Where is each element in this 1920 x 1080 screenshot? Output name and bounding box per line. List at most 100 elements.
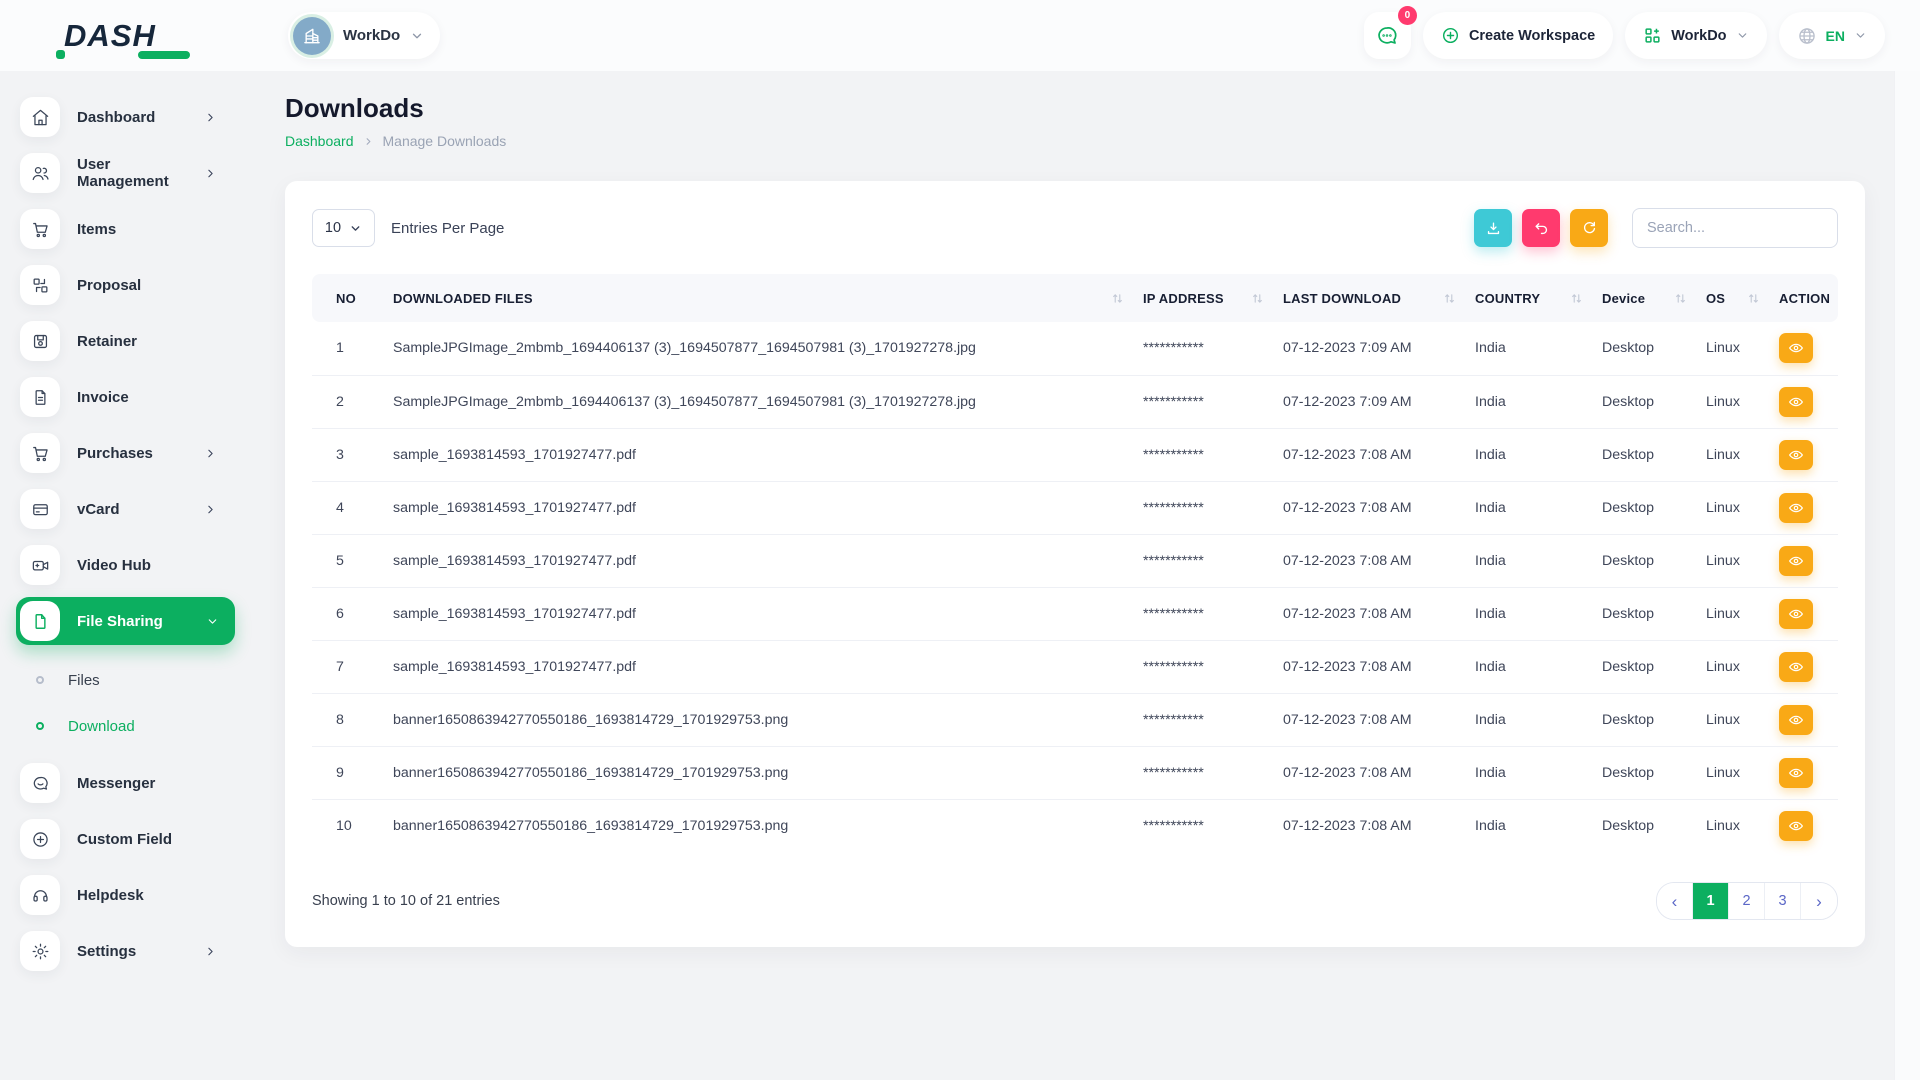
- sidebar-item-dashboard[interactable]: Dashboard: [20, 97, 245, 137]
- view-button[interactable]: [1779, 493, 1813, 523]
- page-scrollbar[interactable]: [1894, 71, 1920, 1080]
- video-icon: [20, 545, 60, 585]
- table-row: 7 sample_1693814593_1701927477.pdf *****…: [312, 640, 1838, 693]
- cell-last-download: 07-12-2023 7:08 AM: [1283, 799, 1475, 852]
- view-button[interactable]: [1779, 811, 1813, 841]
- cell-os: Linux: [1706, 693, 1779, 746]
- pagination-page-3[interactable]: 3: [1765, 883, 1801, 919]
- sidebar-item-settings[interactable]: Settings: [20, 931, 245, 971]
- col-downloaded-files[interactable]: DOWNLOADED FILES: [393, 274, 1143, 322]
- cell-ip-address: ***********: [1143, 587, 1283, 640]
- sidebar-item-video-hub[interactable]: Video Hub: [20, 545, 245, 585]
- pagination: ‹ 1 2 3 ›: [1656, 882, 1838, 920]
- language-selector[interactable]: EN: [1779, 12, 1885, 59]
- sidebar-item-label: Video Hub: [77, 557, 245, 574]
- cell-file-name: banner1650863942770550186_1693814729_170…: [393, 746, 1143, 799]
- chevron-right-icon: [204, 503, 217, 516]
- cell-file-name: banner1650863942770550186_1693814729_170…: [393, 693, 1143, 746]
- sidebar-item-helpdesk[interactable]: Helpdesk: [20, 875, 245, 915]
- entries-per-page-select[interactable]: 10: [312, 209, 375, 247]
- cart-icon: [20, 433, 60, 473]
- cell-country: India: [1475, 587, 1602, 640]
- sidebar-item-messenger[interactable]: Messenger: [20, 763, 245, 803]
- view-button[interactable]: [1779, 333, 1813, 363]
- sidebar-subitem-files[interactable]: Files: [20, 657, 245, 703]
- view-button[interactable]: [1779, 705, 1813, 735]
- pagination-next-button[interactable]: ›: [1801, 883, 1837, 919]
- cell-file-name: SampleJPGImage_2mbmb_1694406137 (3)_1694…: [393, 375, 1143, 428]
- cell-country: India: [1475, 322, 1602, 375]
- sort-icon: [1571, 293, 1582, 304]
- col-os[interactable]: OS: [1706, 274, 1779, 322]
- sidebar-item-items[interactable]: Items: [20, 209, 245, 249]
- sidebar-item-vcard[interactable]: vCard: [20, 489, 245, 529]
- cell-last-download: 07-12-2023 7:08 AM: [1283, 640, 1475, 693]
- undo-button[interactable]: [1522, 209, 1560, 247]
- cell-ip-address: ***********: [1143, 534, 1283, 587]
- logo-text: DASH: [64, 18, 156, 54]
- view-button[interactable]: [1779, 440, 1813, 470]
- export-button[interactable]: [1474, 209, 1512, 247]
- pagination-page-1[interactable]: 1: [1693, 883, 1729, 919]
- workspace-name: WorkDo: [343, 27, 400, 44]
- pagination-prev-button[interactable]: ‹: [1657, 883, 1693, 919]
- chevron-down-icon: [349, 222, 362, 235]
- view-button[interactable]: [1779, 758, 1813, 788]
- eye-icon: [1788, 606, 1804, 622]
- eye-icon: [1788, 765, 1804, 781]
- view-button[interactable]: [1779, 546, 1813, 576]
- sidebar-item-purchases[interactable]: Purchases: [20, 433, 245, 473]
- col-country[interactable]: COUNTRY: [1475, 274, 1602, 322]
- view-button[interactable]: [1779, 652, 1813, 682]
- cell-os: Linux: [1706, 322, 1779, 375]
- col-last-download[interactable]: LAST DOWNLOAD: [1283, 274, 1475, 322]
- refresh-button[interactable]: [1570, 209, 1608, 247]
- workspace-avatar: [293, 17, 331, 55]
- search-input[interactable]: [1632, 208, 1838, 248]
- cell-ip-address: ***********: [1143, 640, 1283, 693]
- app-switcher-button[interactable]: WorkDo: [1625, 12, 1766, 59]
- table-footer: Showing 1 to 10 of 21 entries ‹ 1 2 3 ›: [312, 882, 1838, 920]
- cell-os: Linux: [1706, 640, 1779, 693]
- sidebar-item-proposal[interactable]: Proposal: [20, 265, 245, 305]
- sidebar-item-file-sharing[interactable]: File Sharing: [16, 597, 235, 645]
- sort-icon: [1748, 293, 1759, 304]
- cell-os: Linux: [1706, 534, 1779, 587]
- create-workspace-button[interactable]: Create Workspace: [1423, 12, 1613, 59]
- eye-icon: [1788, 500, 1804, 516]
- export-download-icon: [1485, 220, 1502, 237]
- cell-country: India: [1475, 481, 1602, 534]
- col-device[interactable]: Device: [1602, 274, 1706, 322]
- sidebar-item-custom-field[interactable]: Custom Field: [20, 819, 245, 859]
- cell-country: India: [1475, 799, 1602, 852]
- cell-ip-address: ***********: [1143, 693, 1283, 746]
- chevron-down-icon: [410, 29, 424, 43]
- top-header: DASH WorkDo 0 Create Workspace WorkDo: [0, 0, 1920, 71]
- messages-button[interactable]: 0: [1364, 12, 1411, 59]
- col-ip-address[interactable]: IP ADDRESS: [1143, 274, 1283, 322]
- downloads-card: 10 Entries Per Page: [285, 181, 1865, 947]
- sidebar-nav: Dashboard User Management Items Proposal…: [0, 71, 245, 1080]
- pagination-page-2[interactable]: 2: [1729, 883, 1765, 919]
- invoice-icon: [20, 377, 60, 417]
- sidebar-item-label: Custom Field: [77, 831, 245, 848]
- view-button[interactable]: [1779, 387, 1813, 417]
- sidebar-item-user-management[interactable]: User Management: [20, 153, 245, 193]
- cell-action: [1779, 375, 1838, 428]
- eye-icon: [1788, 818, 1804, 834]
- breadcrumb-current: Manage Downloads: [383, 133, 507, 149]
- breadcrumb-dashboard-link[interactable]: Dashboard: [285, 133, 354, 149]
- eye-icon: [1788, 340, 1804, 356]
- view-button[interactable]: [1779, 599, 1813, 629]
- sidebar-item-label: Dashboard: [77, 109, 204, 126]
- sidebar-item-invoice[interactable]: Invoice: [20, 377, 245, 417]
- chat-bubble-icon: [1375, 24, 1399, 48]
- workspace-selector[interactable]: WorkDo: [288, 12, 440, 59]
- chevron-down-icon: [206, 615, 219, 628]
- cell-device: Desktop: [1602, 322, 1706, 375]
- sidebar-subitem-download[interactable]: Download: [20, 703, 245, 749]
- cell-ip-address: ***********: [1143, 322, 1283, 375]
- sidebar-item-retainer[interactable]: Retainer: [20, 321, 245, 361]
- cell-device: Desktop: [1602, 693, 1706, 746]
- cell-last-download: 07-12-2023 7:08 AM: [1283, 534, 1475, 587]
